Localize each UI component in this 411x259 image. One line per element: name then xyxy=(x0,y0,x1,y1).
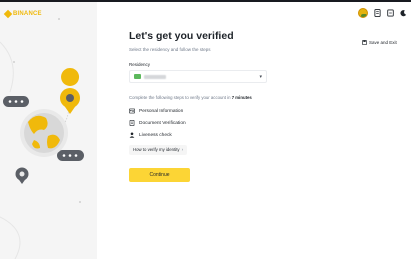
dark-mode-icon[interactable] xyxy=(400,9,407,17)
page-subtitle: Select the residency and follow the step… xyxy=(129,47,211,52)
header-icons xyxy=(358,8,407,18)
document-icon xyxy=(129,120,135,126)
avatar[interactable] xyxy=(358,8,368,18)
step-label: Document Verification xyxy=(139,120,186,126)
language-icon[interactable] xyxy=(387,9,394,17)
step-document-verification: Document Verification xyxy=(129,120,279,126)
how-to-verify-link[interactable]: How to verify my identity › xyxy=(129,144,188,155)
chevron-down-icon: ▾ xyxy=(259,73,262,80)
steps-time: 7 minutes xyxy=(231,95,252,100)
steps-intro: Complete the following steps to verify y… xyxy=(129,95,279,100)
verification-panel: Let's get you verified Select the reside… xyxy=(129,30,279,182)
steps-intro-text: Complete the following steps to verify y… xyxy=(129,95,231,100)
chevron-right-icon: › xyxy=(181,147,184,152)
step-personal-information: Personal Information xyxy=(129,108,279,114)
steps-list: Personal Information Document Verificati… xyxy=(129,108,279,138)
how-to-verify-label: How to verify my identity xyxy=(133,147,180,152)
residency-value-redacted xyxy=(144,74,166,79)
step-liveness-check: Liveness check xyxy=(129,132,279,138)
step-label: Liveness check xyxy=(139,132,172,138)
page-title: Let's get you verified xyxy=(129,30,234,42)
person-icon xyxy=(129,132,135,138)
save-icon xyxy=(362,40,367,45)
illustration-panel: BINANCE xyxy=(0,2,97,259)
residency-select[interactable]: ▾ xyxy=(129,70,267,83)
country-flag-icon xyxy=(134,74,141,79)
documents-icon[interactable] xyxy=(374,9,381,17)
residency-label: Residency xyxy=(129,62,151,67)
step-label: Personal Information xyxy=(139,108,184,114)
continue-button[interactable]: Continue xyxy=(129,168,190,182)
save-and-exit-button[interactable]: Save and Exit xyxy=(362,40,397,45)
globe-illustration xyxy=(0,41,84,259)
id-card-icon xyxy=(129,108,135,114)
save-and-exit-label: Save and Exit xyxy=(369,40,397,45)
